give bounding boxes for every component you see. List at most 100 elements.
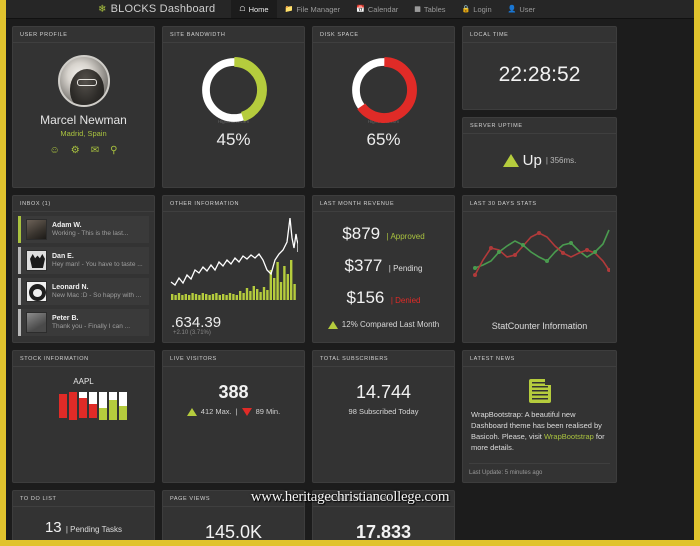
panel-last-30-days-stats-title: LAST 30 DAYS STATS [463,196,616,212]
panel-stock-information-body: AAPL [13,367,154,482]
server-uptime-latency: | 356ms. [545,156,577,165]
panel-other-information: OTHER INFORMATION .634.39 +2.10 (3.71%) [162,195,305,343]
nav-item-calendar[interactable]: 📅 Calendar [348,0,406,18]
revenue-row-pending: $377 | Pending [319,250,448,282]
nav-item-home[interactable]: ☖ Home [231,0,277,18]
panel-total-subscribers: TOTAL SUBSCRIBERS 14.744 98 Subscribed T… [312,350,455,483]
panel-stock-information-title: STOCK INFORMATION [13,351,154,367]
inbox-preview: Thank you - Finally I can ... [52,323,131,330]
other-information-chart [169,217,299,314]
list-item[interactable]: Peter B. Thank you - Finally I can ... [18,309,149,336]
panel-last-month-revenue: LAST MONTH REVENUE $879 | Approved $377 … [312,195,455,343]
inbox-preview: Hey man! - You have to taste ... [52,261,143,268]
brand-label: BLOCKS Dashboard [110,3,216,15]
stock-information-candles [59,392,127,420]
envelope-icon[interactable]: ✉ [91,146,99,156]
revenue-amount: $377 [344,256,383,275]
panel-todo-list-body: 13 | Pending Tasks [13,507,154,541]
disk-space-donut-svg [350,57,417,123]
panel-inbox-title: INBOX (1) [13,196,154,212]
revenue-status-label: | Denied [390,296,421,305]
panel-page-views-title: PAGE VIEWS [163,491,304,507]
panel-user-profile: USER PROFILE Marcel Newman Madrid, Spain… [12,26,155,188]
triangle-up-icon [327,320,338,329]
panel-latest-news-body: WrapBootstrap: A beautiful new Dashboard… [463,367,616,482]
nav-item-login[interactable]: 🔒 Login [454,0,500,18]
avatar [26,312,47,333]
panel-disk-space: DISK SPACE Highcharts.com 65% [312,26,455,188]
folder-icon: 📁 [284,6,294,13]
panel-server-uptime: SERVER UPTIME Up | 356ms. [462,117,617,188]
table-icon: ▦ [414,6,421,13]
top-navbar: ❄ BLOCKS Dashboard ☖ Home 📁 File Manager… [6,0,694,19]
avatar [57,55,110,107]
server-uptime-value: Up | 356ms. [469,140,610,181]
nav-item-login-label: Login [473,4,492,14]
nav-item-calendar-label: Calendar [367,4,399,14]
separator: | [235,407,238,416]
panel-inbox: INBOX (1) Adam W. Working - This is the … [12,195,155,343]
revenue-footer: 12% Compared Last Month [319,320,448,329]
dashboard-row-4: TO DO LIST 13 | Pending Tasks PAGE VIEWS… [12,489,688,541]
panel-todo-list-title: TO DO LIST [13,491,154,507]
stats-points-green [473,241,597,270]
panel-live-visitors-title: LIVE VISITORS [163,351,304,367]
panel-stock-information: STOCK INFORMATION AAPL [12,350,155,483]
latest-news-link[interactable]: WrapBootstrap [544,432,594,441]
panel-other-information-body: .634.39 +2.10 (3.71%) [163,212,304,342]
panel-total-subscribers-title: TOTAL SUBSCRIBERS [313,351,454,367]
panel-disk-space-body: Highcharts.com 65% [313,43,454,187]
panel-server-uptime-title: SERVER UPTIME [463,118,616,134]
revenue-amount: $879 [342,224,381,243]
panel-user-profile-body: Marcel Newman Madrid, Spain ☺ ⚙ ✉ ⚲ [13,43,154,187]
chart-bars [171,260,296,300]
panel-disk-space-title: DISK SPACE [313,27,454,43]
profile-name: Marcel Newman [40,113,127,127]
column-time-uptime: LOCAL TIME 22:28:52 SERVER UPTIME Up | 3… [462,26,617,188]
site-bandwidth-donut-svg [200,57,267,123]
panel-last-month-revenue-title: LAST MONTH REVENUE [313,196,454,212]
latest-news-updated: Last Update: 5 minutes ago [469,462,610,476]
dashboard-row-1: USER PROFILE Marcel Newman Madrid, Spain… [12,26,688,188]
panel-local-time-body: 22:28:52 [463,43,616,109]
other-information-value: .634.39 [171,314,222,331]
panel-live-visitors-body: 388 412 Max. | 89 Min. [163,367,304,482]
dashboard-content: USER PROFILE Marcel Newman Madrid, Spain… [6,19,694,540]
inbox-preview: New Mac :D - So happy with ... [52,292,142,299]
todo-summary: 13 | Pending Tasks [19,513,148,536]
lock-icon: 🔒 [461,6,471,13]
revenue-amount: $156 [346,288,385,307]
profile-location: Madrid, Spain [60,129,107,138]
key-icon[interactable]: ⚲ [110,146,117,156]
nav-item-tables[interactable]: ▦ Tables [406,0,453,18]
panel-server-uptime-body: Up | 356ms. [463,134,616,187]
nav-item-user[interactable]: 👤 User [500,0,544,18]
latest-news-text: WrapBootstrap: A beautiful new Dashboard… [469,410,610,454]
last-30-days-stats-chart [473,229,611,277]
inbox-list: Adam W. Working - This is the last... Da… [13,212,154,341]
brand[interactable]: ❄ BLOCKS Dashboard [98,0,231,18]
panel-twitter-followers-title: TWITTER FOLLOWERS [313,491,454,507]
stock-symbol: AAPL [73,377,94,386]
stats-series-red [474,232,610,276]
leaf-icon: ❄ [98,3,107,15]
local-time-value: 22:28:52 [498,63,581,86]
list-item[interactable]: Adam W. Working - This is the last... [18,216,149,243]
server-uptime-status: Up [522,152,542,169]
disk-space-percent: 65% [366,130,401,149]
list-item[interactable]: Leonard N. New Mac :D - So happy with ..… [18,278,149,305]
panel-total-subscribers-body: 14.744 98 Subscribed Today [313,367,454,482]
gear-icon[interactable]: ⚙ [71,146,80,156]
todo-label: | Pending Tasks [65,524,123,534]
inbox-sender: Dan E. [52,253,74,260]
panda-icon [29,284,46,301]
panel-last-30-days-stats: LAST 30 DAYS STATS StatCounter Informati… [462,195,617,343]
list-item[interactable]: Dan E. Hey man! - You have to taste ... [18,247,149,274]
nav-item-file-manager[interactable]: 📁 File Manager [277,0,349,18]
user-icon[interactable]: ☺ [50,146,60,156]
nav-item-user-label: User [519,4,536,14]
revenue-row-denied: $156 | Denied [319,282,448,314]
avatar-glasses [76,79,97,86]
revenue-row-approved: $879 | Approved [319,218,448,250]
inbox-sender: Leonard N. [52,284,89,291]
